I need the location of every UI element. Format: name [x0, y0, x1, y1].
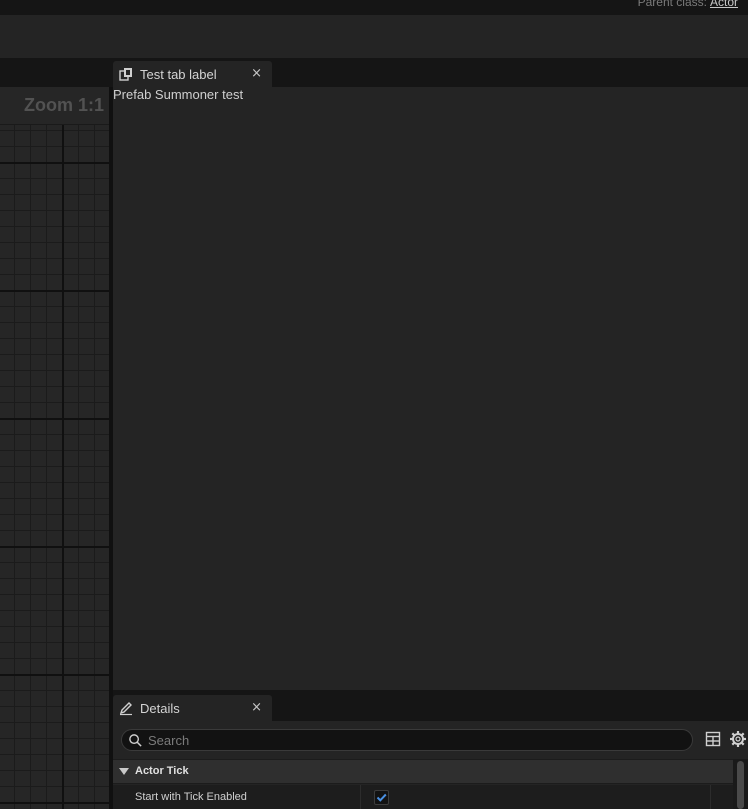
- scrollbar[interactable]: [733, 759, 748, 809]
- zoom-label: Zoom 1:1: [24, 95, 105, 115]
- close-icon[interactable]: ×: [251, 700, 262, 715]
- details-search[interactable]: [121, 729, 693, 751]
- search-input[interactable]: [148, 731, 688, 749]
- category-label: Actor Tick: [135, 765, 189, 777]
- parent-class-link[interactable]: Actor: [710, 0, 738, 9]
- tab-details[interactable]: Details ×: [113, 695, 272, 721]
- toolbar: [0, 15, 748, 58]
- test-tab-panel: Prefab Summoner test: [113, 87, 748, 690]
- triangle-down-icon[interactable]: [119, 768, 129, 776]
- search-icon: [129, 734, 142, 747]
- start-with-tick-enabled-checkbox[interactable]: [374, 790, 389, 805]
- tab-test[interactable]: Test tab label ×: [113, 61, 272, 87]
- checkmark-icon: [376, 793, 387, 802]
- panel-content-text: Prefab Summoner test: [113, 87, 244, 102]
- category-actor-tick[interactable]: Actor Tick: [113, 759, 733, 784]
- details-panel: Actor Tick Start with Tick Enabled: [113, 721, 748, 809]
- property-name: Start with Tick Enabled: [135, 791, 247, 803]
- scrollbar-thumb[interactable]: [737, 761, 744, 809]
- tab-label: Details: [140, 701, 180, 716]
- blueprint-tab-icon: [119, 68, 132, 81]
- pencil-icon: [119, 702, 132, 716]
- top-bar: Parent class: Actor: [0, 0, 748, 15]
- column-splitter[interactable]: [360, 785, 361, 809]
- graph-editor[interactable]: Zoom 1:1: [0, 87, 109, 809]
- parent-class-info: Parent class: Actor: [638, 0, 738, 9]
- parent-class-label: Parent class:: [637, 0, 707, 9]
- property-row: Start with Tick Enabled: [113, 785, 733, 809]
- column-splitter: [710, 785, 711, 809]
- graph-header: Zoom 1:1: [0, 87, 109, 125]
- gear-icon[interactable]: [729, 730, 747, 748]
- table-view-icon[interactable]: [705, 731, 721, 747]
- close-icon[interactable]: ×: [251, 66, 262, 81]
- tab-label: Test tab label: [140, 67, 217, 82]
